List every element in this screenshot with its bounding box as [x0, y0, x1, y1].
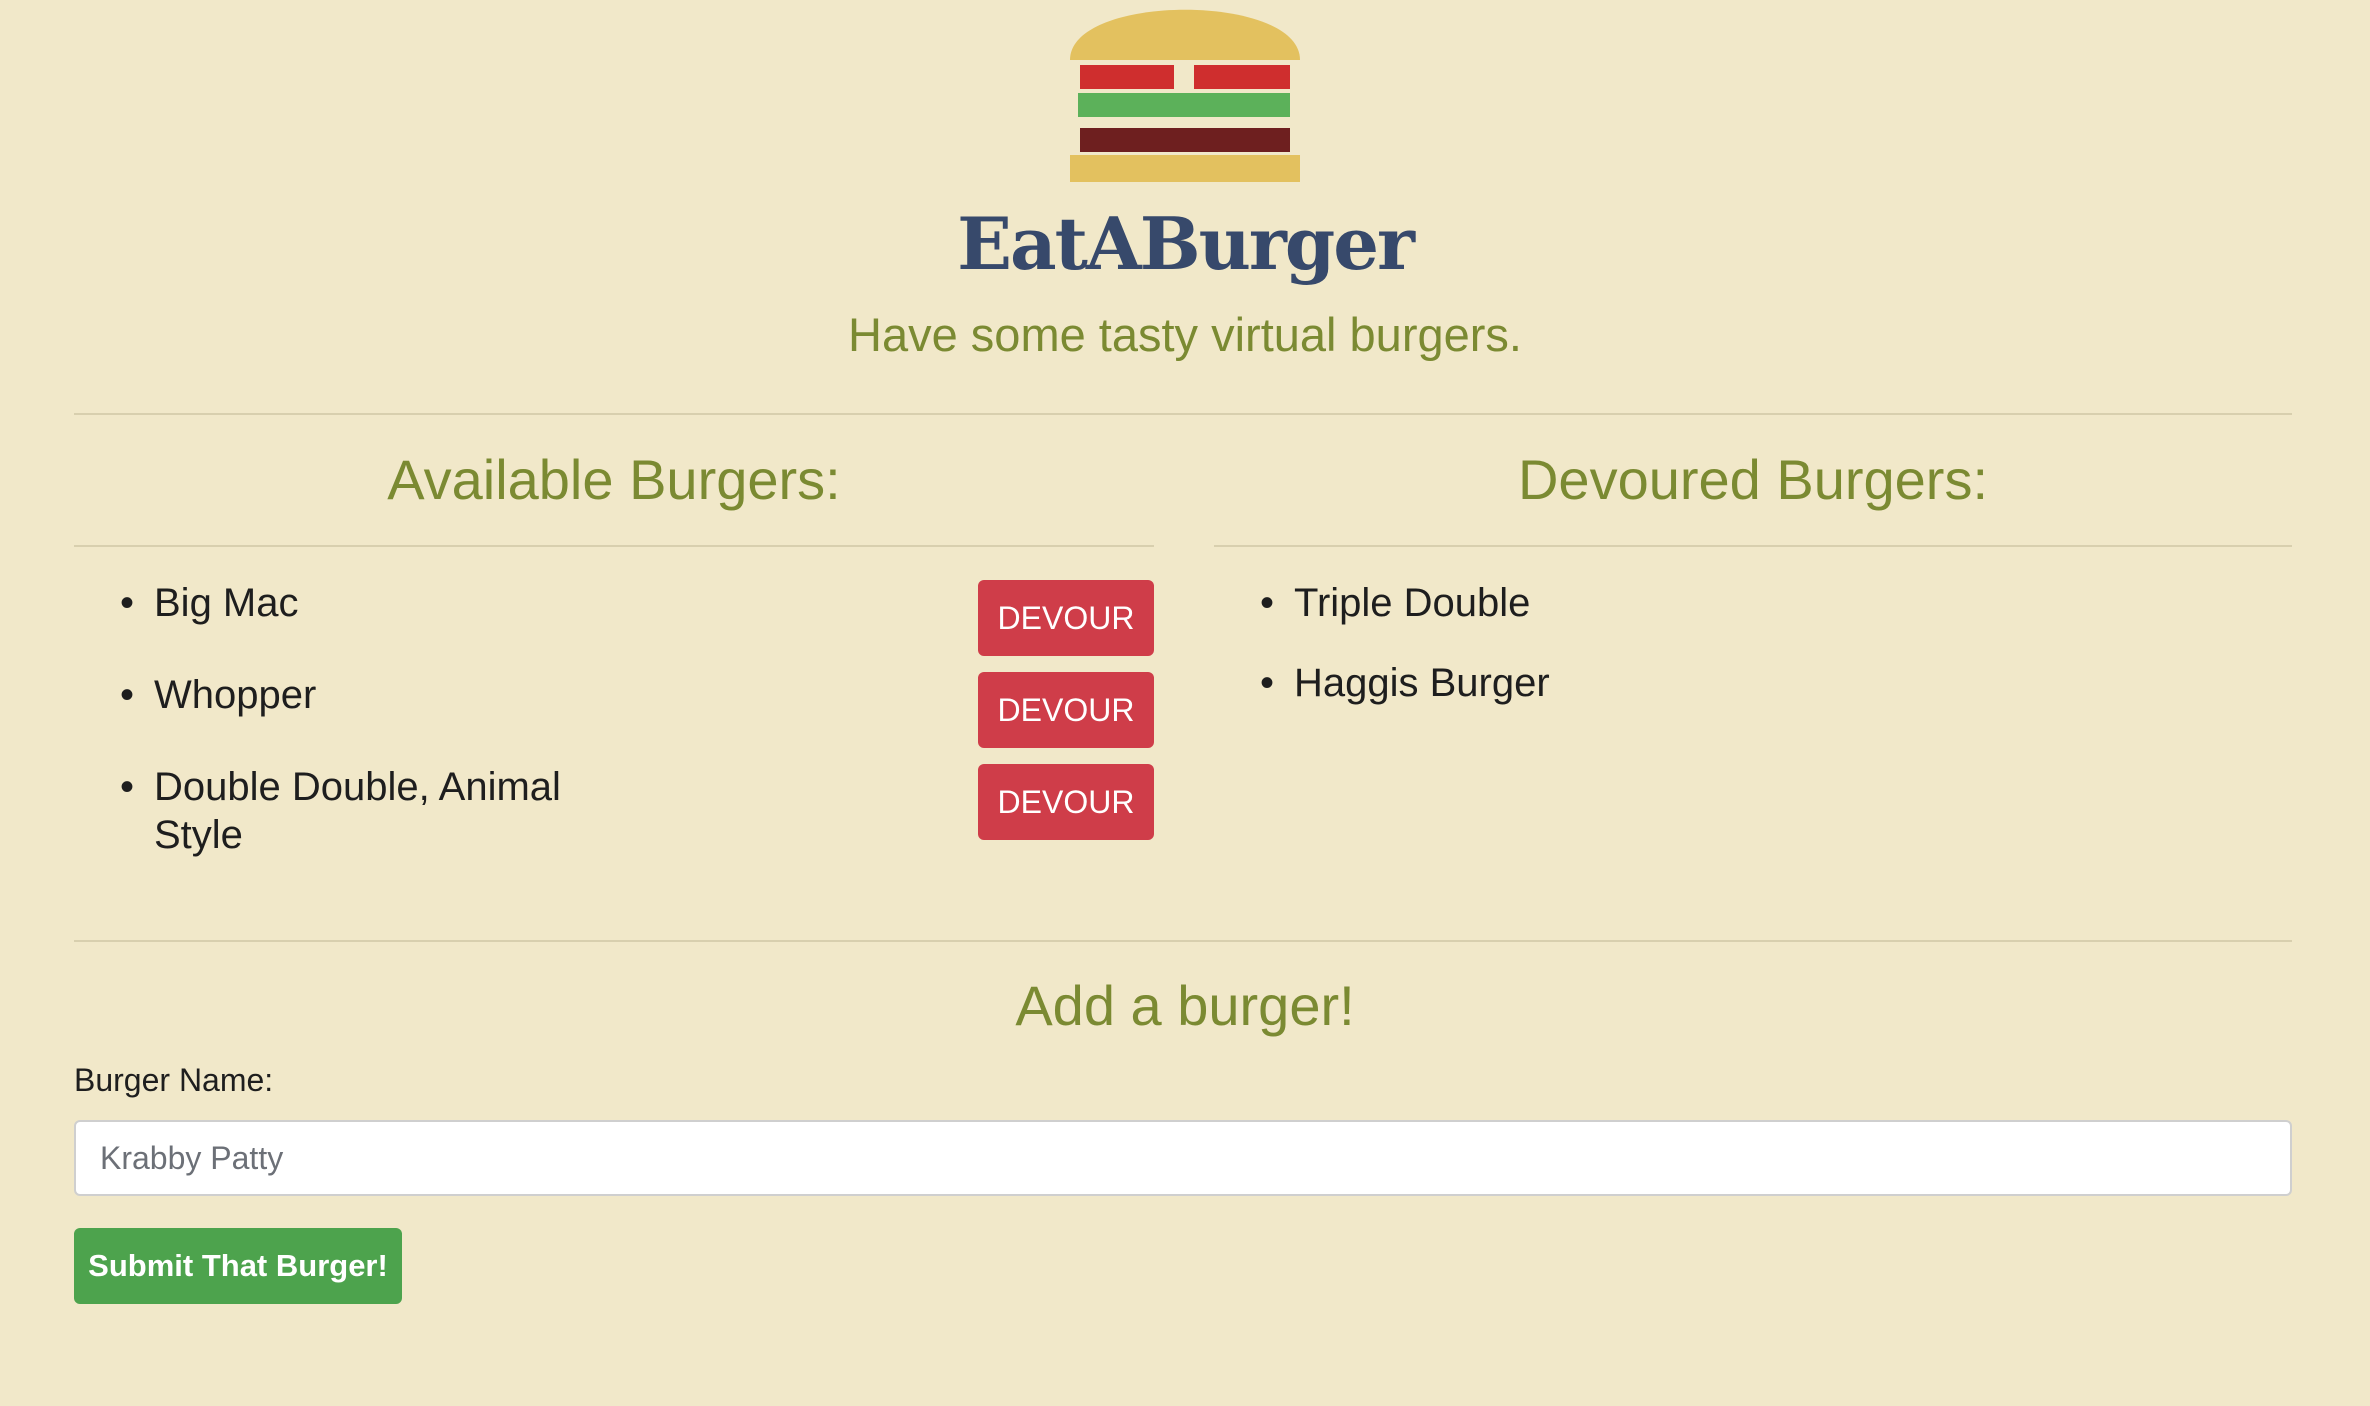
devour-button-whopper[interactable]: DEVOUR	[978, 672, 1154, 748]
burger-name: Whopper	[154, 673, 317, 717]
burger-name: Haggis Burger	[1294, 661, 1550, 705]
form-divider	[74, 940, 2292, 942]
bullet: •	[120, 673, 135, 717]
list-item: • Big Mac	[120, 579, 299, 627]
submit-burger-button[interactable]: Submit That Burger!	[74, 1228, 402, 1304]
burger-name-input[interactable]	[74, 1120, 2292, 1196]
devour-button-double-double[interactable]: DEVOUR	[978, 764, 1154, 840]
bullet: •	[1260, 581, 1275, 625]
bullet: •	[120, 765, 135, 809]
burger-name-label: Burger Name:	[74, 1062, 274, 1098]
list-item: • Double Double, Animal Style	[120, 763, 574, 859]
list-item: • Whopper	[120, 671, 317, 719]
add-burger-title: Add a burger!	[1015, 974, 1355, 1037]
bullet: •	[1260, 661, 1275, 705]
list-item: • Haggis Burger	[1260, 659, 1550, 707]
devour-button-big-mac[interactable]: DEVOUR	[978, 580, 1154, 656]
bullet: •	[120, 581, 135, 625]
burger-name: Double Double, Animal Style	[154, 765, 561, 857]
page: EatABurger Have some tasty virtual burge…	[0, 0, 2370, 1406]
burger-name: Triple Double	[1294, 581, 1531, 625]
list-item: • Triple Double	[1260, 579, 1531, 627]
burger-name: Big Mac	[154, 581, 299, 625]
